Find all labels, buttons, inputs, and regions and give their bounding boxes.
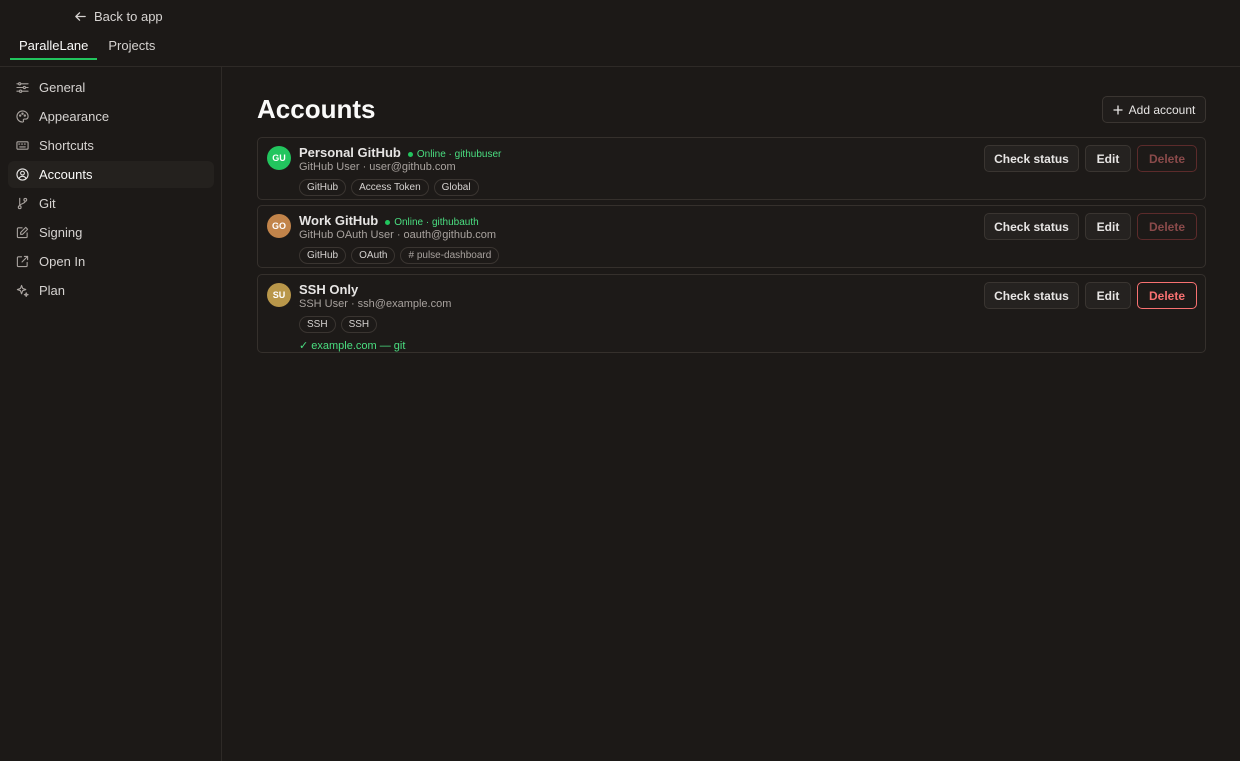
account-tag: SSH bbox=[340, 316, 378, 333]
account-card: SU SSH Only SSH User · ssh@example.com S… bbox=[257, 274, 1206, 353]
check-status-button[interactable]: Check status bbox=[984, 145, 1079, 172]
keyboard-icon bbox=[16, 141, 29, 150]
sidebar-item-signing[interactable]: Signing bbox=[8, 219, 214, 246]
git-branch-icon bbox=[17, 197, 28, 210]
account-name: SSH Only bbox=[299, 282, 359, 297]
edit-button[interactable]: Edit bbox=[1085, 282, 1131, 309]
pen-square-icon bbox=[16, 226, 29, 239]
account-subtitle: GitHub OAuth User · oauth@github.com bbox=[299, 229, 497, 241]
sidebar-item-label: Signing bbox=[39, 225, 83, 240]
status-text: Online · githubuser bbox=[416, 149, 502, 160]
plus-icon bbox=[1112, 104, 1123, 115]
edit-button[interactable]: Edit bbox=[1085, 145, 1131, 172]
back-to-app-link[interactable]: Back to app bbox=[74, 9, 163, 24]
sidebar-item-git[interactable]: Git bbox=[8, 190, 214, 217]
sidebar-item-label: Open In bbox=[39, 254, 86, 269]
avatar: GO bbox=[267, 214, 291, 238]
add-account-button[interactable]: Add account bbox=[1102, 96, 1206, 123]
sidebar-item-appearance[interactable]: Appearance bbox=[8, 103, 214, 130]
account-tag: GitHub bbox=[299, 247, 347, 264]
sliders-icon bbox=[16, 82, 29, 93]
account-name: Work GitHub bbox=[299, 213, 379, 228]
account-tag: SSH bbox=[299, 316, 336, 333]
project-tag: # pulse-dashboard bbox=[400, 247, 500, 264]
delete-button[interactable]: Delete bbox=[1137, 213, 1197, 240]
edit-button[interactable]: Edit bbox=[1085, 213, 1131, 240]
sidebar-item-general[interactable]: General bbox=[8, 74, 214, 101]
account-subtitle: SSH User · ssh@example.com bbox=[299, 298, 452, 310]
external-link-icon bbox=[16, 255, 29, 268]
sparkles-icon bbox=[16, 284, 29, 297]
ssh-host-note: ✓ example.com — git bbox=[299, 340, 406, 352]
account-tag: OAuth bbox=[351, 247, 396, 264]
palette-icon bbox=[16, 110, 29, 123]
top-tabs: ParalleLane Projects bbox=[10, 36, 164, 60]
status-badge: Online · githubuser bbox=[407, 149, 502, 160]
account-card: GO Work GitHub Online · githubauth GitHu… bbox=[257, 205, 1206, 268]
sidebar-item-label: Plan bbox=[39, 283, 66, 298]
sidebar-item-label: General bbox=[39, 80, 86, 95]
delete-button[interactable]: Delete bbox=[1137, 282, 1197, 309]
check-status-button[interactable]: Check status bbox=[984, 213, 1079, 240]
delete-button[interactable]: Delete bbox=[1137, 145, 1197, 172]
account-tag: GitHub bbox=[299, 179, 347, 196]
account-subtitle: GitHub User · user@github.com bbox=[299, 161, 456, 173]
online-dot-icon bbox=[407, 152, 413, 157]
sidebar-item-label: Git bbox=[39, 196, 56, 211]
avatar: GU bbox=[267, 146, 291, 170]
account-tag: Access Token bbox=[351, 179, 429, 196]
avatar: SU bbox=[267, 283, 291, 307]
online-dot-icon bbox=[385, 220, 391, 225]
user-circle-icon bbox=[16, 168, 29, 181]
sidebar-item-label: Shortcuts bbox=[39, 138, 94, 153]
arrow-left-icon bbox=[75, 12, 86, 21]
sidebar-item-plan[interactable]: Plan bbox=[8, 277, 214, 304]
sidebar-item-label: Accounts bbox=[39, 167, 93, 182]
settings-sidebar: General Appearance Shortcuts Accounts Gi… bbox=[0, 67, 222, 761]
accounts-panel: Accounts Add account GU Personal GitHub … bbox=[223, 67, 1240, 761]
tab-projects[interactable]: Projects bbox=[99, 36, 164, 60]
page-title: Accounts bbox=[257, 94, 376, 124]
top-bar: Back to app ParalleLane Projects bbox=[0, 0, 1240, 67]
tab-parallelane[interactable]: ParalleLane bbox=[10, 36, 98, 60]
sidebar-item-label: Appearance bbox=[39, 109, 110, 124]
account-tag: Global bbox=[433, 179, 479, 196]
status-badge: Online · githubauth bbox=[385, 217, 479, 228]
sidebar-item-open-in[interactable]: Open In bbox=[8, 248, 214, 275]
sidebar-item-shortcuts[interactable]: Shortcuts bbox=[8, 132, 214, 159]
add-account-label: Add account bbox=[1128, 102, 1196, 117]
back-to-app-label: Back to app bbox=[94, 9, 163, 24]
check-status-button[interactable]: Check status bbox=[984, 282, 1079, 309]
account-name: Personal GitHub bbox=[299, 145, 401, 160]
account-card: GU Personal GitHub Online · githubuser G… bbox=[257, 137, 1206, 200]
status-text: Online · githubauth bbox=[394, 217, 479, 228]
sidebar-item-accounts[interactable]: Accounts bbox=[8, 161, 214, 188]
